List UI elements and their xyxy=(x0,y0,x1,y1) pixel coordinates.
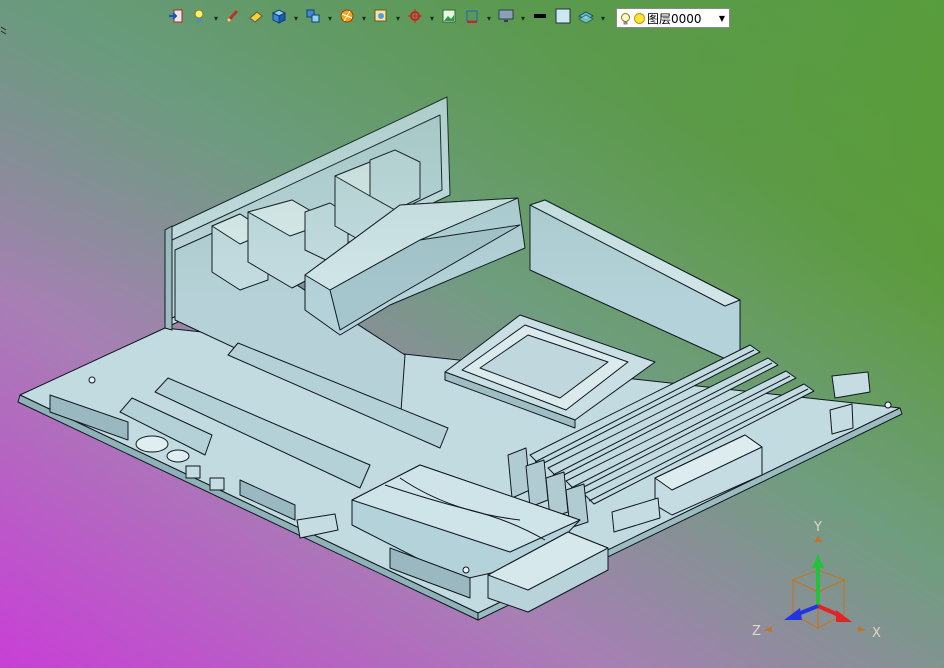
z-axis xyxy=(797,604,819,616)
layer-select[interactable]: 图层0000 ▼ xyxy=(616,8,730,28)
surface-eraser-icon xyxy=(248,8,264,28)
zoom-view-icon xyxy=(373,8,389,28)
view-toolbar: ▾ ▾ ▾ ▾ ▾ ▾ ▾ ▾ ▾ 图层0000 ▼ xyxy=(166,6,730,30)
import-button[interactable] xyxy=(166,8,186,28)
graphics-viewport[interactable]: ▾ ▾ ▾ ▾ ▾ ▾ ▾ ▾ ▾ 图层0000 ▼ Y X Z xyxy=(0,0,944,668)
chevron-down-icon[interactable]: ▾ xyxy=(485,8,493,28)
origin-point-button[interactable] xyxy=(405,8,425,28)
chevron-down-icon[interactable]: ▾ xyxy=(428,8,436,28)
light-bulb-tool-button[interactable] xyxy=(189,8,209,28)
chevron-down-icon[interactable]: ▾ xyxy=(292,8,300,28)
brush-icon xyxy=(225,8,241,28)
origin-point-icon xyxy=(407,8,423,28)
y-axis-label: Y xyxy=(814,520,822,535)
viewport-corner-marker xyxy=(0,22,8,35)
coordinate-triad: Y X Z xyxy=(748,518,888,648)
import-icon xyxy=(168,8,184,28)
cmos-battery xyxy=(135,435,169,453)
layer-on-icon xyxy=(634,12,645,24)
zoom-view-button[interactable] xyxy=(371,8,391,28)
x-axis-label: X xyxy=(872,626,881,641)
fill-color-icon xyxy=(555,8,571,28)
bounding-frame-button[interactable] xyxy=(462,8,482,28)
header xyxy=(831,371,871,399)
chevron-down-icon[interactable]: ▾ xyxy=(326,8,334,28)
multi-box-button[interactable] xyxy=(303,8,323,28)
multi-box-icon xyxy=(305,8,321,28)
layer-stack-icon xyxy=(577,8,595,28)
y-handle-icon xyxy=(814,536,822,542)
image-icon xyxy=(441,8,457,28)
layer-stack-button[interactable] xyxy=(576,8,596,28)
y-axis-arrow xyxy=(812,554,824,568)
bounding-frame-icon xyxy=(464,8,480,28)
render-sphere-icon xyxy=(339,8,355,28)
chevron-down-icon[interactable]: ▾ xyxy=(360,8,368,28)
z-axis-label: Z xyxy=(752,624,761,639)
surface-eraser-button[interactable] xyxy=(246,8,266,28)
fill-color-button[interactable] xyxy=(553,8,573,28)
z-handle-icon xyxy=(764,626,772,632)
brush-button[interactable] xyxy=(223,8,243,28)
chevron-down-icon[interactable]: ▾ xyxy=(212,8,220,28)
light-bulb-icon xyxy=(620,12,631,24)
line-style-button[interactable] xyxy=(530,8,550,28)
solid-box-button[interactable] xyxy=(269,8,289,28)
x-handle-icon xyxy=(858,626,866,632)
line-style-icon xyxy=(532,8,548,28)
monitor-display-icon xyxy=(498,8,514,28)
chevron-down-icon[interactable]: ▼ xyxy=(715,14,729,23)
chevron-down-icon[interactable]: ▾ xyxy=(599,8,607,28)
chevron-down-icon[interactable]: ▾ xyxy=(519,8,527,28)
triad-graphic xyxy=(764,536,866,632)
image-button[interactable] xyxy=(439,8,459,28)
monitor-display-button[interactable] xyxy=(496,8,516,28)
light-bulb-tool-icon xyxy=(191,8,207,28)
render-sphere-button[interactable] xyxy=(337,8,357,28)
chevron-down-icon[interactable]: ▾ xyxy=(394,8,402,28)
layer-select-value: 图层0000 xyxy=(647,11,702,26)
solid-box-icon xyxy=(271,8,287,28)
